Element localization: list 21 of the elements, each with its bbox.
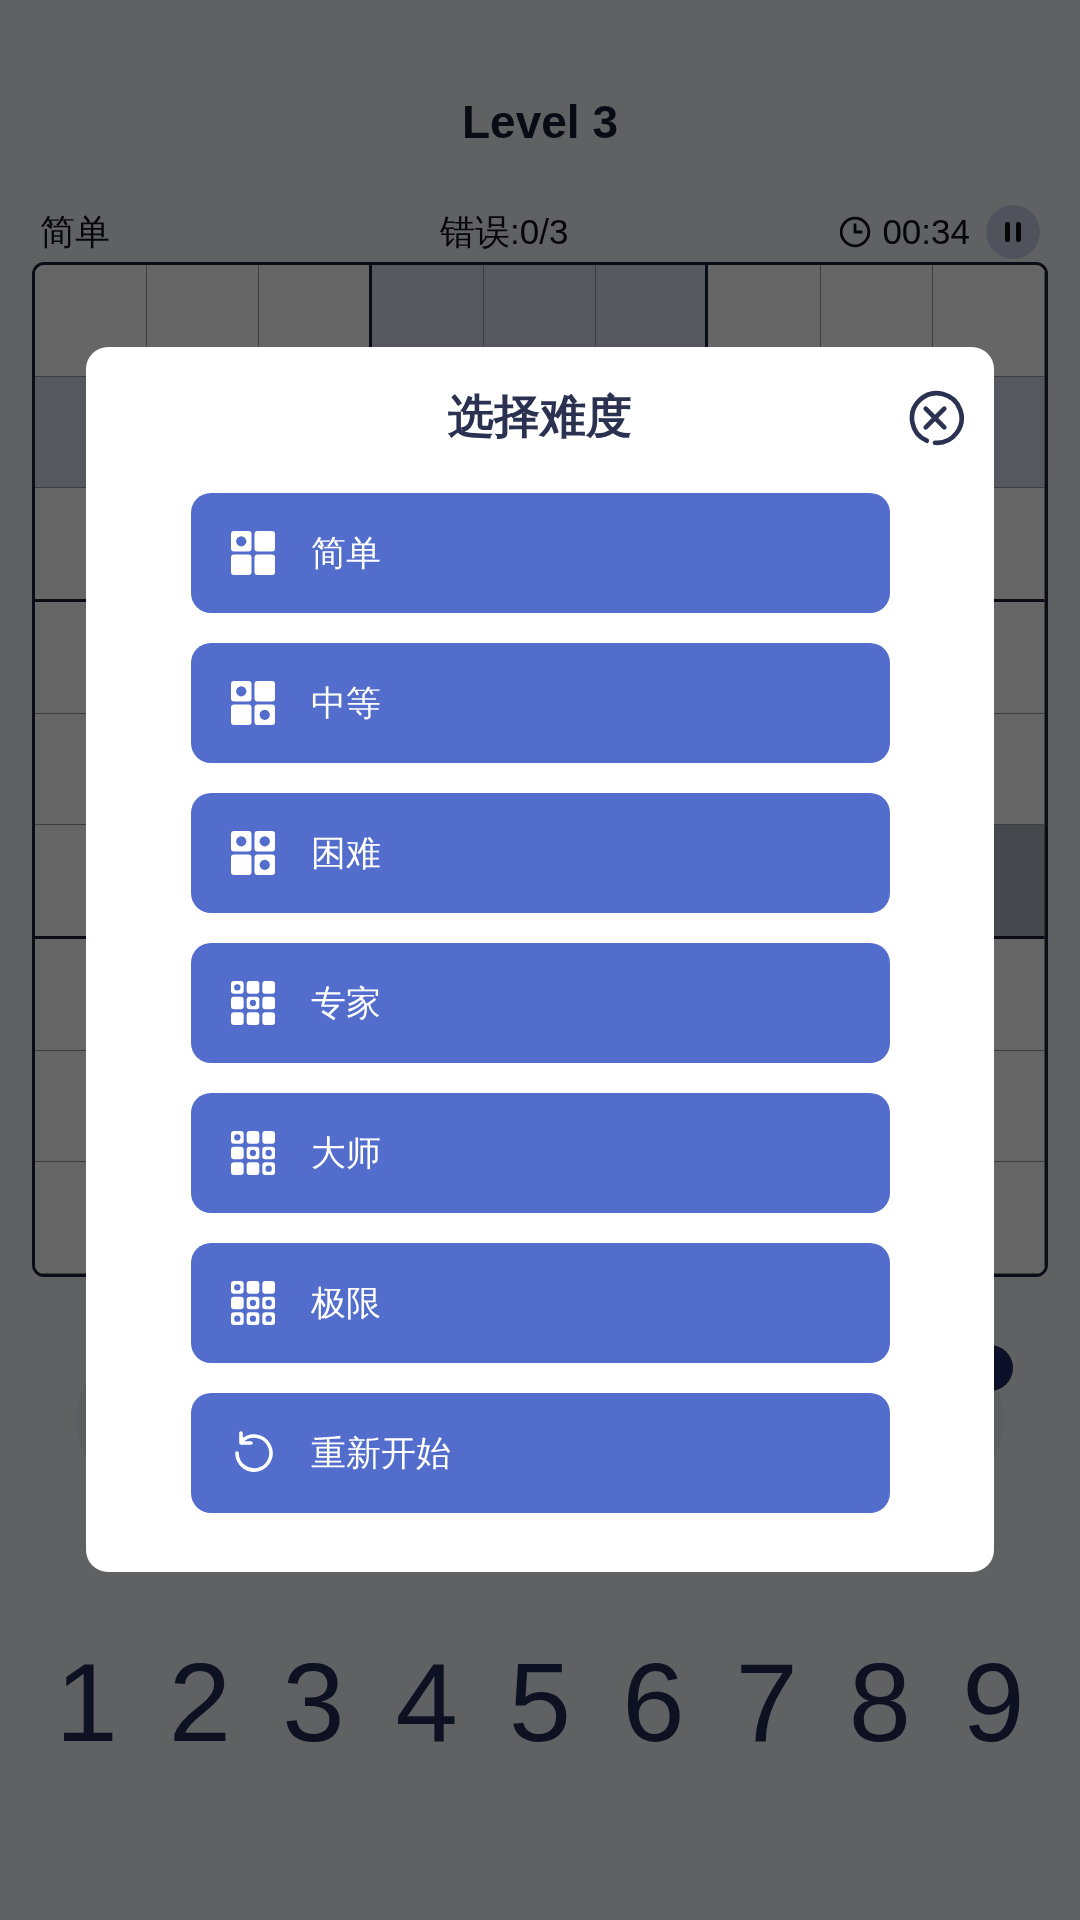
number-key[interactable]: 6 xyxy=(622,1641,685,1765)
number-key[interactable]: 8 xyxy=(848,1641,912,1765)
number-key[interactable]: 2 xyxy=(168,1641,232,1765)
number-key[interactable]: 5 xyxy=(508,1641,572,1765)
difficulty-option[interactable]: 极限 xyxy=(190,1243,890,1363)
difficulty-option[interactable]: 专家 xyxy=(190,943,890,1063)
level-title: Level 3 xyxy=(461,95,619,150)
timer: 00:34 xyxy=(882,212,970,252)
difficulty-option[interactable]: 重新开始 xyxy=(190,1393,890,1513)
difficulty-option[interactable]: 困难 xyxy=(190,793,890,913)
difficulty-option[interactable]: 中等 xyxy=(190,643,890,763)
difficulty-label: 简单 xyxy=(40,210,110,253)
number-key[interactable]: 4 xyxy=(395,1641,458,1765)
difficulty-option[interactable]: 简单 xyxy=(190,493,890,613)
number-key[interactable]: 9 xyxy=(962,1641,1025,1765)
number-key[interactable]: 7 xyxy=(735,1641,798,1765)
number-key[interactable]: 3 xyxy=(282,1641,345,1765)
number-key[interactable]: 1 xyxy=(55,1641,118,1765)
difficulty-option[interactable]: 大师 xyxy=(190,1093,890,1213)
mistakes-counter: 错误:0/3 xyxy=(439,210,570,253)
dialog-title: 选择难度 xyxy=(448,389,632,444)
